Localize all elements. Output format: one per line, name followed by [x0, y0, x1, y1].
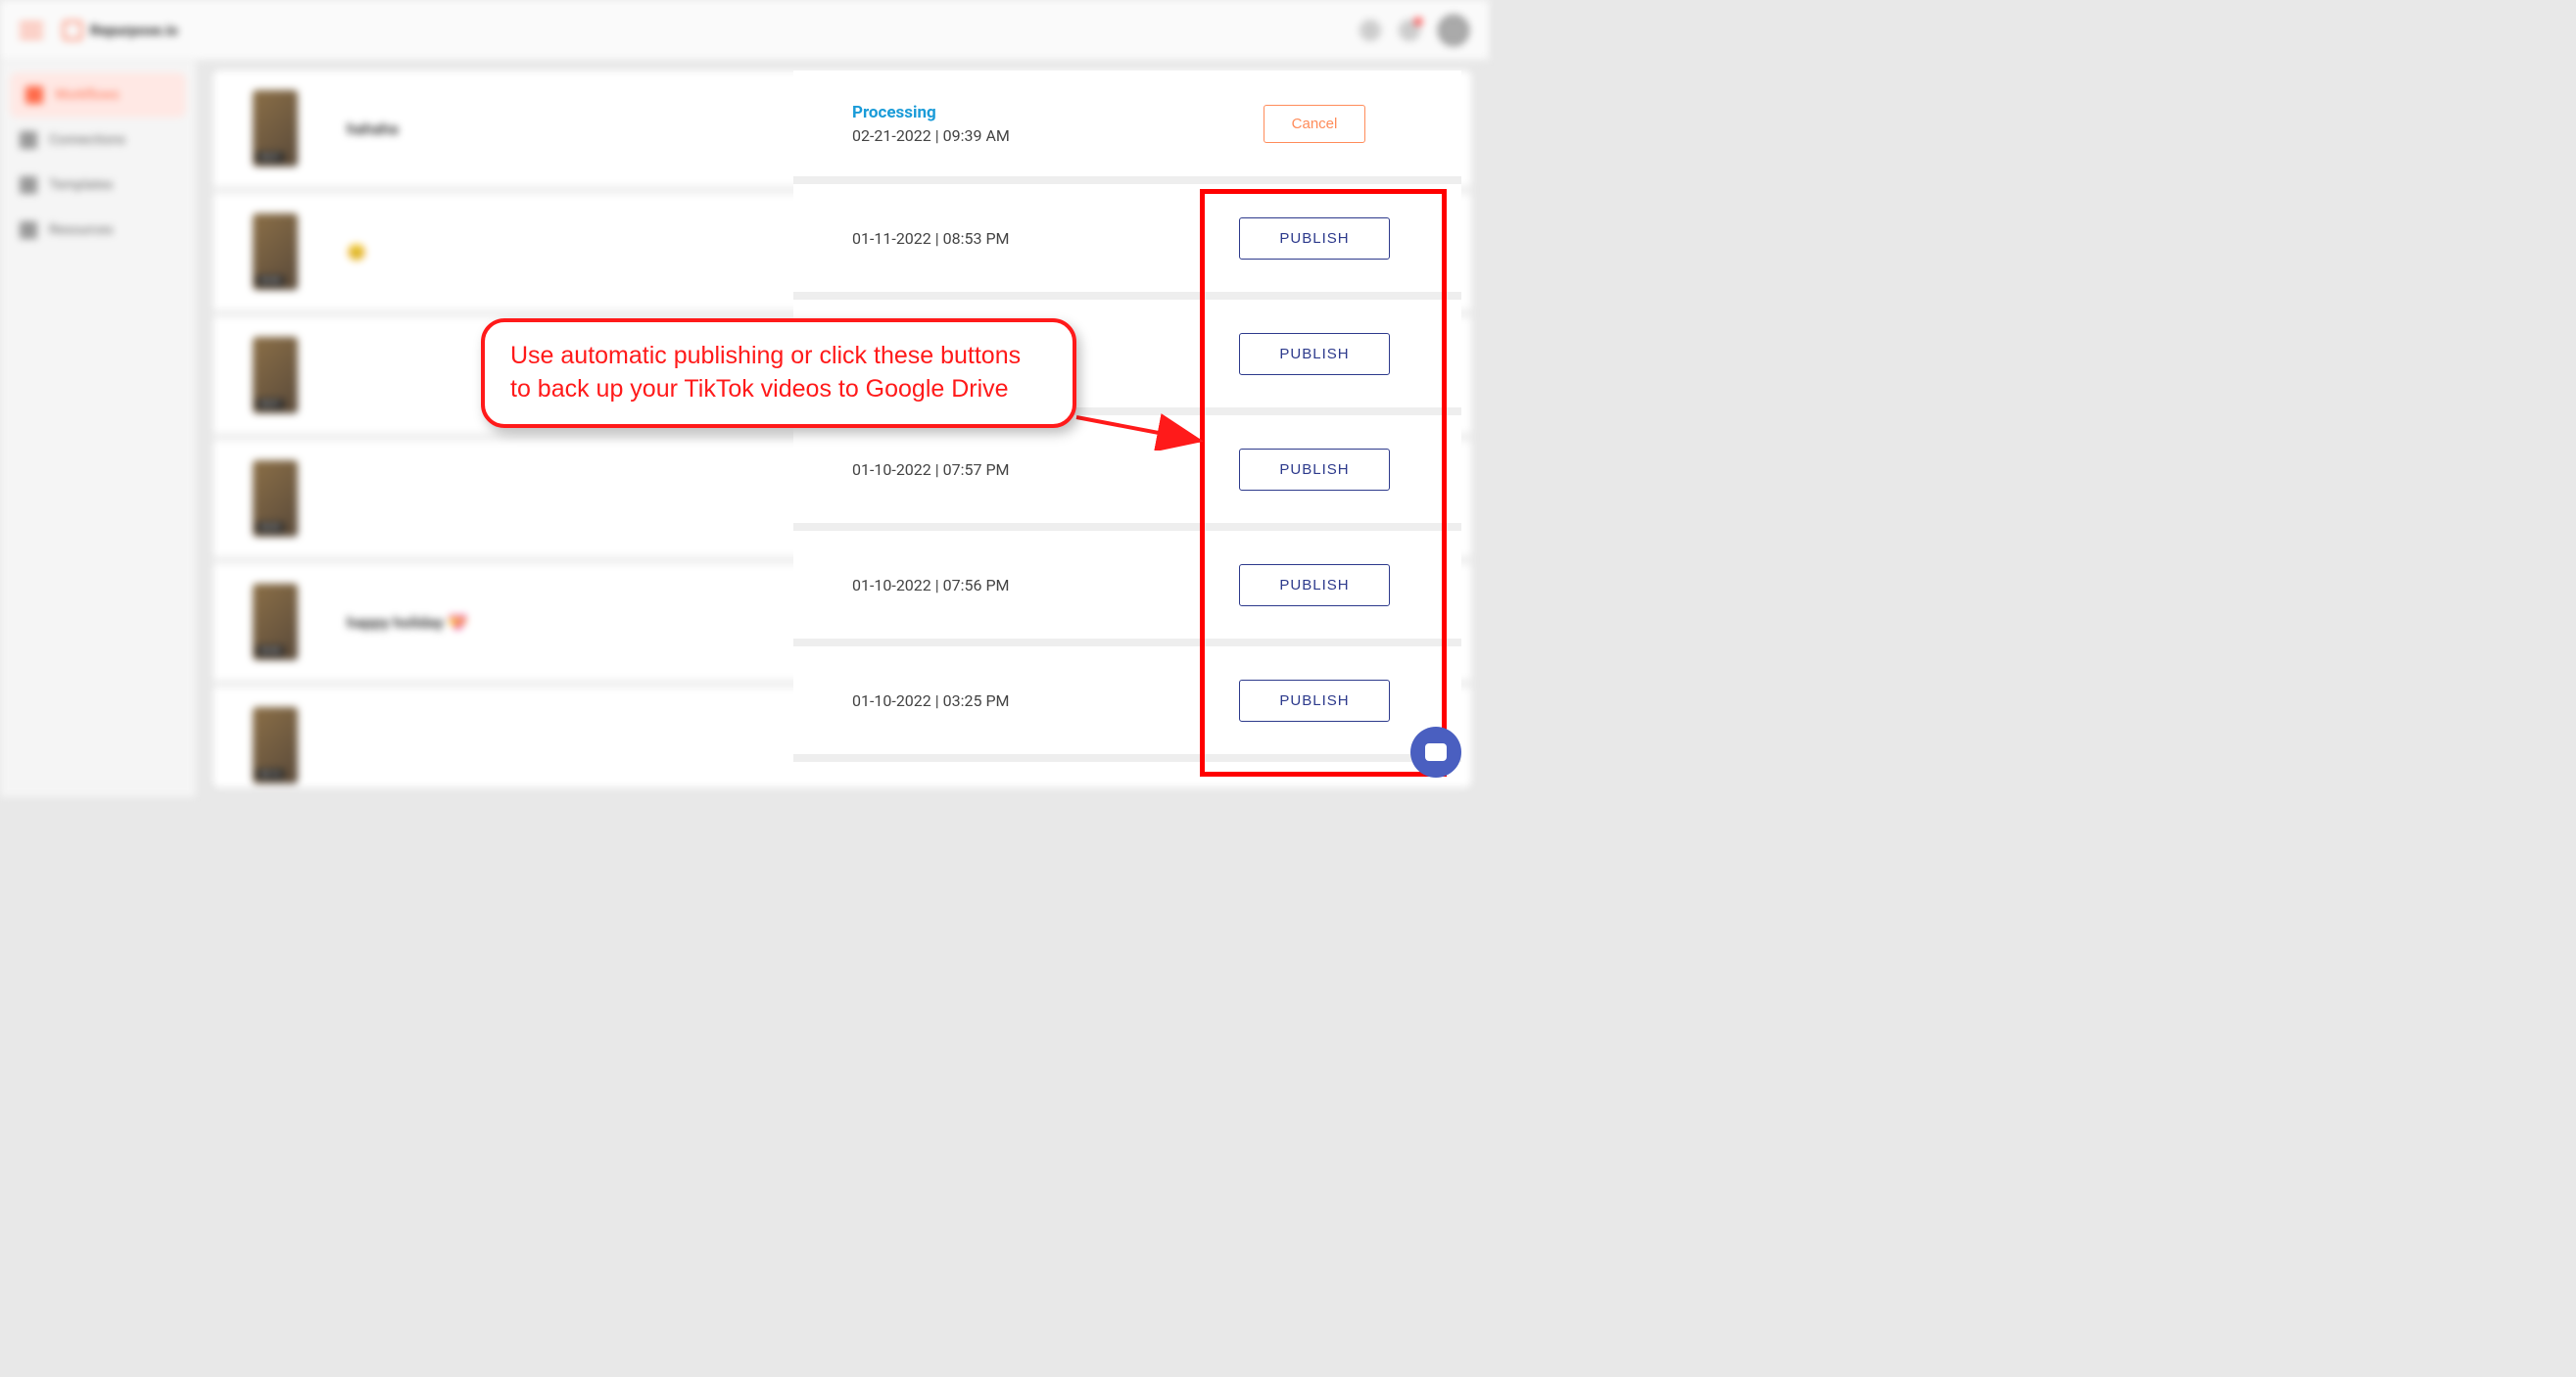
datetime-text: 01-10-2022 | 07:57 PM — [852, 460, 1010, 479]
duration-badge: 00:07 — [257, 152, 284, 163]
app-header: Repurpose.io — [0, 0, 1489, 61]
status-processing: Processing — [852, 103, 1010, 122]
video-thumbnail[interactable]: 00:09 — [253, 460, 298, 537]
chat-fab[interactable] — [1410, 727, 1461, 778]
logo-icon — [63, 21, 82, 40]
video-thumbnail[interactable]: 00:08 — [253, 584, 298, 660]
video-thumbnail[interactable]: 00:08 — [253, 214, 298, 290]
datetime-text: 02-21-2022 | 09:39 AM — [852, 126, 1010, 145]
video-thumbnail[interactable]: 00:07 — [253, 337, 298, 413]
duration-badge: 00:08 — [257, 275, 284, 286]
sidebar: Workflows Connections Templates Resource… — [0, 61, 196, 797]
logo-text: Repurpose.io — [90, 22, 178, 39]
duration-badge: 00:07 — [257, 399, 284, 409]
publish-button[interactable]: PUBLISH — [1239, 333, 1389, 375]
sidebar-item-resources[interactable]: Resources — [0, 208, 196, 253]
sidebar-item-connections[interactable]: Connections — [0, 118, 196, 163]
video-thumbnail[interactable]: 00:16 — [253, 707, 298, 783]
publish-button[interactable]: PUBLISH — [1239, 564, 1389, 606]
chat-icon — [1425, 743, 1447, 761]
publish-button[interactable]: PUBLISH — [1239, 680, 1389, 722]
annotation-callout: Use automatic publishing or click these … — [481, 318, 1076, 428]
datetime-text: 01-10-2022 | 07:56 PM — [852, 576, 1010, 594]
resources-icon — [20, 221, 37, 239]
duration-badge: 00:09 — [257, 522, 284, 533]
sidebar-item-label: Resources — [49, 222, 114, 238]
templates-icon — [20, 176, 37, 194]
cancel-button[interactable]: Cancel — [1264, 105, 1366, 143]
duration-badge: 00:16 — [257, 769, 284, 780]
help-icon[interactable] — [1360, 20, 1381, 41]
datetime-text: 01-11-2022 | 08:53 PM — [852, 229, 1010, 248]
publish-button[interactable]: PUBLISH — [1239, 449, 1389, 491]
sidebar-item-label: Templates — [49, 177, 114, 193]
hamburger-icon[interactable] — [20, 23, 43, 38]
sidebar-item-workflows[interactable]: Workflows — [10, 72, 186, 118]
sidebar-item-label: Connections — [49, 132, 125, 148]
datetime-text: 01-10-2022 | 03:25 PM — [852, 691, 1010, 710]
video-thumbnail[interactable]: 00:07 — [253, 90, 298, 166]
logo[interactable]: Repurpose.io — [63, 21, 178, 40]
avatar[interactable] — [1438, 15, 1469, 46]
sharp-region: Processing 02-21-2022 | 09:39 AM Cancel … — [793, 71, 1461, 797]
sidebar-item-templates[interactable]: Templates — [0, 163, 196, 208]
duration-badge: 00:08 — [257, 645, 284, 656]
workflows-icon — [25, 86, 43, 104]
sidebar-item-label: Workflows — [55, 87, 119, 103]
connections-icon — [20, 131, 37, 149]
notifications-icon[interactable] — [1399, 20, 1420, 41]
publish-button[interactable]: PUBLISH — [1239, 217, 1389, 260]
